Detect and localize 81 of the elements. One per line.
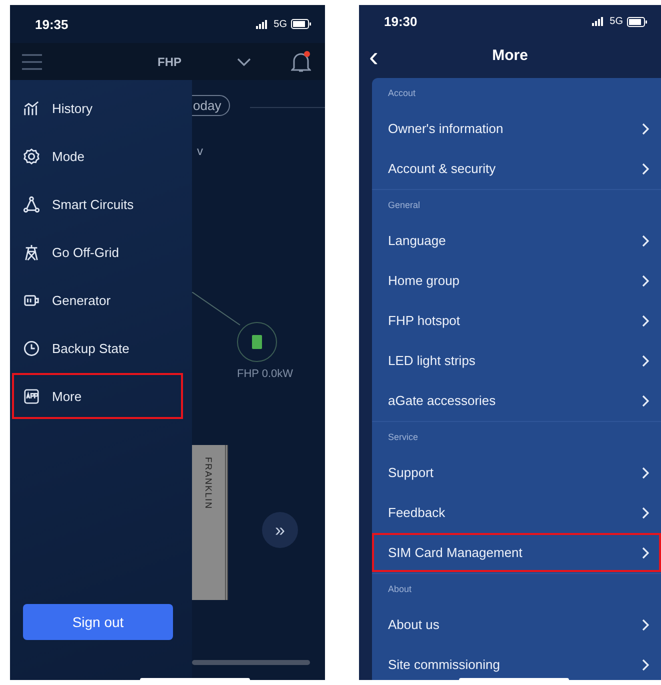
sign-out-button[interactable]: Sign out [23, 604, 173, 640]
menu-row[interactable]: SIM Card Management [372, 533, 661, 572]
drawer-item[interactable]: Smart Circuits [12, 181, 190, 227]
chevron-right-icon [642, 234, 649, 246]
signal-icon [592, 17, 606, 26]
chevron-right-icon [642, 394, 649, 406]
page-title: More [492, 47, 528, 64]
drawer-item[interactable]: Go Off-Grid [12, 229, 190, 275]
row-label: FHP hotspot [388, 313, 460, 328]
row-label: Language [388, 233, 446, 248]
menu-row[interactable]: Support [372, 453, 661, 492]
device-power-label: FHP 0.0kW [237, 368, 294, 380]
chevron-right-icon [642, 506, 649, 518]
row-label: Site commissioning [388, 657, 500, 672]
chevron-right-icon [642, 618, 649, 630]
battery-icon [291, 19, 311, 29]
forward-button[interactable]: » [262, 512, 298, 548]
back-button[interactable]: ‹ [369, 44, 378, 70]
menu-row[interactable]: Owner's information [372, 109, 661, 148]
chevron-right-icon [642, 354, 649, 366]
drawer-item-label: More [52, 388, 82, 404]
chevron-down-icon[interactable] [237, 58, 251, 66]
row-label: About us [388, 617, 440, 632]
row-label: Account & security [388, 161, 496, 176]
chevron-right-icon [642, 122, 649, 134]
row-label: Support [388, 465, 434, 480]
menu-row[interactable]: aGate accessories [372, 381, 661, 420]
drawer-item-label: Generator [52, 292, 111, 308]
row-label: Owner's information [388, 121, 504, 136]
menu-row[interactable]: Site commissioning [372, 645, 661, 680]
bell-icon[interactable] [291, 50, 311, 72]
menu-row[interactable]: Language [372, 221, 661, 260]
row-label: Home group [388, 273, 460, 288]
section-title: General [388, 200, 420, 210]
brand-label: FRANKLIN [204, 457, 214, 512]
battery-icon [627, 16, 647, 27]
signal-icon [256, 20, 270, 28]
drawer-item-label: Smart Circuits [52, 196, 134, 212]
section-title: Accout [388, 88, 416, 98]
menu-row[interactable]: FHP hotspot [372, 301, 661, 340]
menu-row[interactable]: Account & security [372, 149, 661, 188]
drawer-item-label: History [52, 100, 92, 116]
menu-row[interactable]: About us [372, 605, 661, 644]
chevron-right-icon [642, 314, 649, 326]
tower-icon [23, 244, 40, 260]
drawer-item[interactable]: Backup State [12, 325, 190, 371]
chevron-right-icon [642, 162, 649, 174]
section-title: Service [388, 432, 418, 442]
chevron-right-icon [642, 658, 649, 670]
drawer-item-label: Backup State [52, 340, 130, 356]
row-label: LED light strips [388, 353, 476, 368]
device-icon [252, 335, 262, 349]
network-label: 5G [274, 18, 287, 30]
drawer-item-label: Mode [52, 148, 85, 164]
settings-icon [23, 148, 40, 164]
row-label: Feedback [388, 505, 446, 520]
chart-icon [23, 100, 40, 116]
chevron-right-icon [642, 274, 649, 286]
drawer-item[interactable]: Generator [12, 277, 190, 323]
chevron-right-icon [642, 466, 649, 478]
menu-icon[interactable] [22, 54, 42, 70]
drawer-item[interactable]: Mode [12, 133, 190, 179]
status-time: 19:35 [35, 16, 68, 32]
menu-row[interactable]: Feedback [372, 493, 661, 532]
device-node[interactable] [237, 322, 277, 362]
unit-fragment: v [197, 144, 203, 158]
network-label: 5G [610, 16, 623, 28]
app-icon [23, 388, 40, 404]
drawer-item-label: Go Off-Grid [52, 244, 119, 260]
menu-row[interactable]: Home group [372, 261, 661, 300]
triangle-nodes-icon [23, 196, 40, 212]
section-title: About [388, 584, 412, 594]
status-time: 19:30 [384, 14, 418, 30]
connector-line [192, 292, 242, 327]
chevron-right-icon [642, 546, 649, 558]
row-label: aGate accessories [388, 393, 496, 408]
site-title: FHP [156, 54, 182, 68]
row-label: SIM Card Management [388, 545, 522, 560]
clock-icon [23, 340, 40, 356]
drawer-item[interactable]: More [12, 373, 183, 419]
menu-row[interactable]: LED light strips [372, 341, 661, 380]
